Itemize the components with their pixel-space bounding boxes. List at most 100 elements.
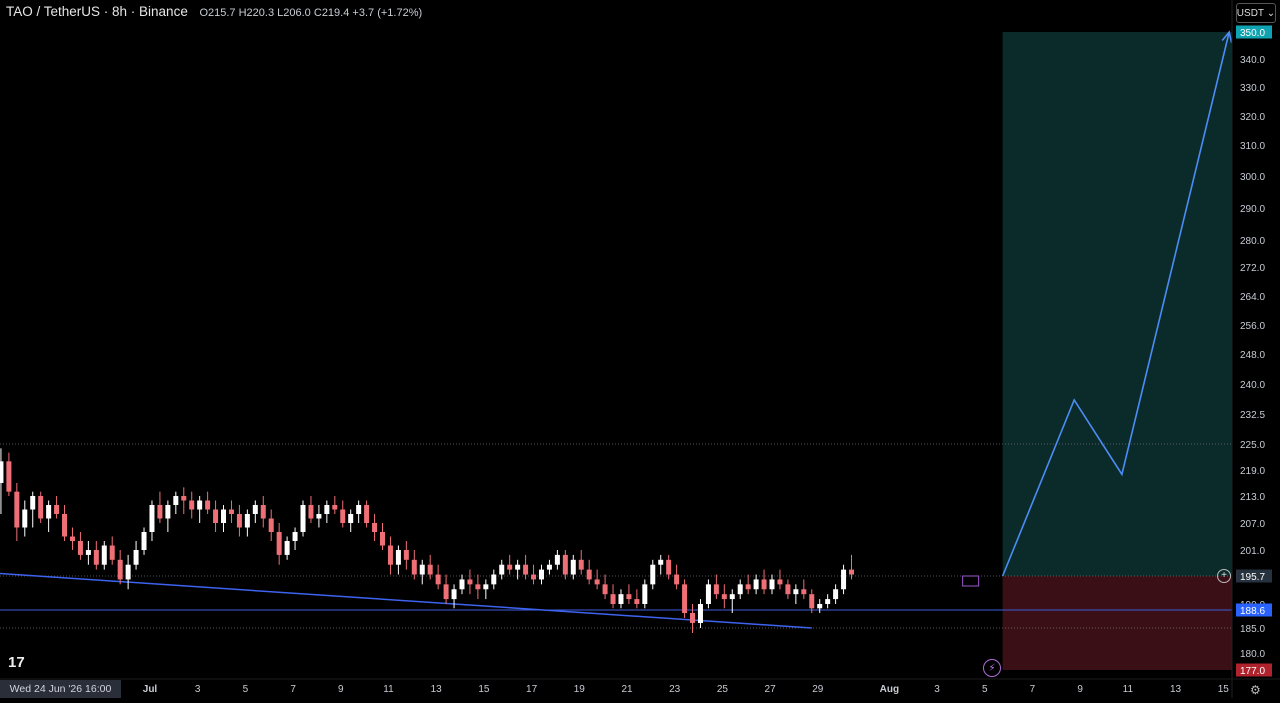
time-tick-label: 13: [431, 684, 443, 695]
candle-body-6: [46, 505, 52, 519]
candle-body-98: [777, 579, 783, 585]
price-tick-label: 177.0: [1240, 666, 1265, 677]
candle-body-103: [817, 604, 823, 609]
candle-body-30: [236, 514, 242, 528]
price-tick-label: 195.7: [1240, 572, 1265, 583]
target-zone: [1002, 32, 1232, 576]
candle-body-95: [753, 579, 759, 590]
candle-body-11: [85, 550, 91, 555]
candle-body-14: [109, 545, 115, 560]
candle-body-29: [228, 509, 234, 514]
price-tick-label: 264.0: [1240, 292, 1265, 303]
tradingview-logo[interactable]: 17: [8, 654, 25, 671]
lightning-icon[interactable]: ⚡: [983, 659, 1001, 677]
candle-body-31: [244, 514, 250, 528]
candle-body-9: [69, 536, 75, 541]
time-tick-label: 7: [290, 684, 296, 695]
candle-body-99: [785, 584, 791, 595]
candle-body-56: [443, 584, 449, 600]
candle-body-33: [260, 505, 266, 519]
candle-body-69: [546, 564, 552, 570]
candle-body-19: [149, 505, 155, 532]
price-tick-label: 207.0: [1240, 519, 1265, 530]
candle-body-36: [284, 541, 290, 555]
candle-body-107: [849, 569, 855, 575]
candle-body-82: [650, 564, 656, 585]
price-tick-label: 320.0: [1240, 112, 1265, 123]
candle-body-81: [642, 584, 648, 604]
candle-body-102: [809, 594, 815, 609]
candle-body-61: [483, 584, 489, 590]
candle-body-47: [372, 523, 378, 532]
time-tick-label: Aug: [880, 684, 899, 695]
price-tick-label: 280.0: [1240, 236, 1265, 247]
candle-body-46: [364, 505, 370, 523]
candle-body-15: [117, 559, 123, 580]
candle-body-80: [634, 599, 640, 604]
price-tick-label: 232.5: [1240, 410, 1265, 421]
chart-area[interactable]: 350.0 340.0 330.0 320.0 310.0 300.0 290.0 280.0…: [0, 0, 1280, 698]
price-tick-label: 310.0: [1240, 141, 1265, 152]
candle-body-1: [6, 461, 12, 492]
candle-body-65: [515, 564, 521, 570]
candle-body-52: [411, 559, 417, 575]
candle-body-97: [769, 579, 775, 590]
price-tick-label: 350.0: [1240, 28, 1265, 39]
price-tick-label: 185.0: [1240, 624, 1265, 635]
currency-button[interactable]: USDT ⌄: [1236, 3, 1276, 23]
candle-body-40: [316, 514, 322, 519]
candle-body-89: [705, 584, 711, 604]
low-value: L206.0: [277, 7, 311, 19]
candle-body-77: [610, 594, 616, 604]
candle-body-28: [221, 509, 227, 523]
price-tick-label: 340.0: [1240, 55, 1265, 66]
candle-body-50: [395, 550, 401, 565]
candle-body-104: [825, 599, 831, 604]
time-tick-label: 27: [765, 684, 777, 695]
time-tick-label: 3: [934, 684, 940, 695]
symbol-title[interactable]: TAO / TetherUS · 8h · Binance: [6, 4, 188, 19]
candle-body-93: [737, 584, 743, 595]
price-tick-label: 201.0: [1240, 546, 1265, 557]
time-tick-label: 21: [621, 684, 633, 695]
price-chart[interactable]: 350.0 340.0 330.0 320.0 310.0 300.0 290.0 280.0…: [0, 0, 1280, 698]
candle-body-71: [562, 554, 568, 575]
time-tick-label: Jul: [143, 684, 158, 695]
change-value: +3.7 (+1.72%): [352, 7, 423, 19]
price-tick-label: 248.0: [1240, 350, 1265, 361]
time-tick-label: 13: [1170, 684, 1182, 695]
candle-body-13: [101, 545, 107, 565]
price-tick-label: 256.0: [1240, 321, 1265, 332]
candle-body-49: [387, 545, 393, 565]
candle-body-63: [499, 564, 505, 575]
add-alert-icon[interactable]: +: [1217, 569, 1231, 583]
candle-body-39: [308, 505, 314, 519]
price-tick-label: 272.0: [1240, 263, 1265, 274]
open-value: O215.7: [199, 7, 236, 19]
candle-body-12: [93, 550, 99, 565]
price-tick-label: 188.6: [1240, 606, 1265, 617]
time-tick-label: 15: [1218, 684, 1230, 695]
time-tick-label: 19: [574, 684, 586, 695]
time-tick-label: 25: [717, 684, 729, 695]
candle-body-25: [197, 500, 203, 510]
candle-body-32: [252, 505, 258, 514]
candle-body-0: [0, 461, 4, 483]
candle-body-27: [213, 509, 219, 523]
time-tick-label: 23: [669, 684, 681, 695]
candle-body-16: [125, 564, 131, 580]
candle-body-84: [666, 559, 672, 575]
time-tick-label: 11: [383, 684, 394, 695]
time-tick-label: 15: [478, 684, 490, 695]
price-tick-label: 219.0: [1240, 466, 1265, 477]
candle-body-5: [38, 496, 44, 519]
gear-icon[interactable]: ⚙: [1250, 683, 1261, 697]
candle-body-88: [697, 604, 703, 623]
time-tick-label: 5: [243, 684, 249, 695]
candle-body-8: [62, 514, 68, 537]
candle-body-59: [467, 579, 473, 585]
candle-body-51: [403, 550, 409, 560]
candle-body-74: [586, 569, 592, 580]
currency-label: USDT: [1236, 7, 1265, 19]
close-value: C219.4: [313, 7, 350, 19]
